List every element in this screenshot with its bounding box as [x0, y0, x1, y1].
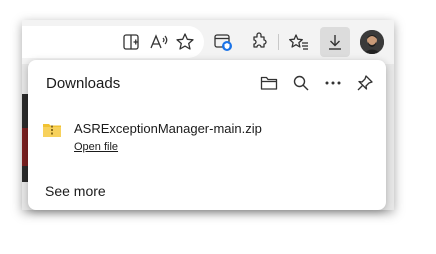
open-folder-icon[interactable] [258, 72, 280, 94]
open-file-link[interactable]: Open file [74, 141, 118, 153]
browser-essentials-icon[interactable] [210, 29, 236, 55]
split-screen-icon[interactable] [118, 29, 144, 55]
downloads-panel: Downloads ASRExceptionManager-main.zip O… [28, 60, 386, 210]
profile-avatar[interactable] [360, 30, 384, 54]
downloads-icon[interactable] [320, 27, 350, 57]
browser-toolbar [22, 20, 394, 64]
download-file-name[interactable]: ASRExceptionManager-main.zip [74, 121, 262, 136]
search-icon[interactable] [290, 72, 312, 94]
zip-folder-icon [43, 122, 61, 138]
panel-title: Downloads [46, 75, 121, 92]
pin-icon[interactable] [354, 72, 376, 94]
more-options-icon[interactable] [322, 72, 344, 94]
read-aloud-icon[interactable] [146, 29, 172, 55]
see-more-link[interactable]: See more [45, 183, 106, 199]
toolbar-separator [278, 34, 279, 50]
favorites-icon[interactable] [286, 29, 312, 55]
extensions-icon[interactable] [246, 29, 272, 55]
favorite-star-icon[interactable] [172, 29, 198, 55]
